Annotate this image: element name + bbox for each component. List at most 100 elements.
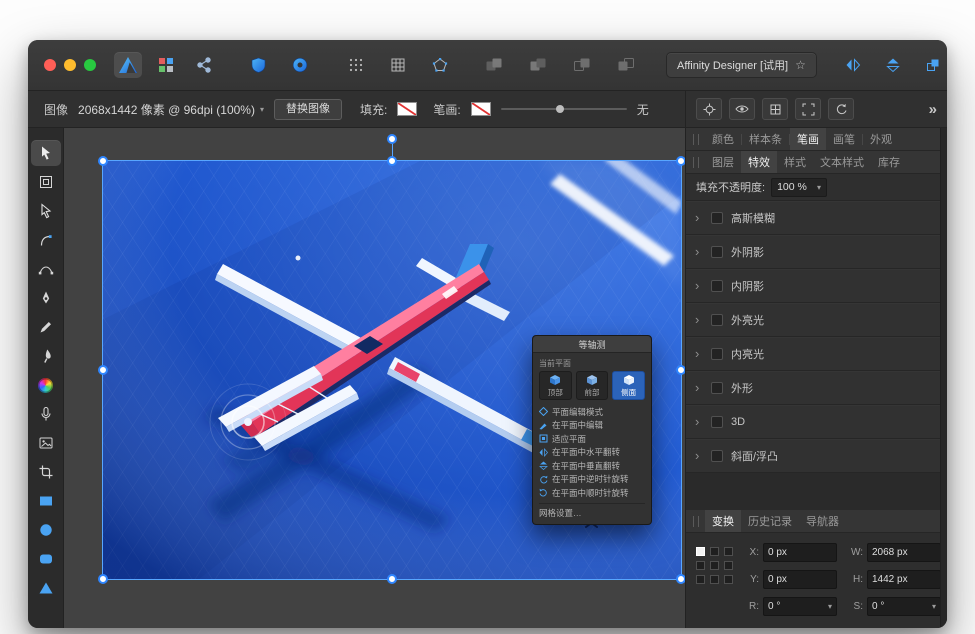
selection-handle-bottom-right[interactable] <box>676 574 685 584</box>
anchor-point-selector[interactable] <box>696 547 733 616</box>
transform-bounds-button[interactable] <box>795 98 821 120</box>
replace-image-button[interactable]: 替换图像 <box>274 99 342 120</box>
node-tool[interactable] <box>31 256 61 282</box>
anchor-top-right[interactable] <box>724 547 733 556</box>
effect-row-bevel-emboss[interactable]: › 斜面/浮凸 <box>686 439 947 473</box>
anchor-top-left[interactable] <box>696 547 705 556</box>
iso-item-flip-vertical[interactable]: 在平面中垂直翻转 <box>539 459 645 473</box>
chevron-down-icon[interactable]: ▾ <box>932 602 936 611</box>
drag-grip-icon[interactable] <box>693 134 699 145</box>
tab-effects[interactable]: 特效 <box>741 151 777 173</box>
chevron-down-icon[interactable]: ▾ <box>828 602 832 611</box>
triangle-tool[interactable] <box>31 575 61 601</box>
drag-grip-icon[interactable] <box>693 157 699 168</box>
selection-handle-bottom-left[interactable] <box>98 574 108 584</box>
fill-swatch[interactable] <box>397 102 417 116</box>
anchor-top-center[interactable] <box>710 547 719 556</box>
export-persona-button[interactable] <box>190 52 218 78</box>
rotation-handle[interactable] <box>387 134 397 144</box>
color-wheel-tool[interactable] <box>31 372 61 398</box>
corner-tool[interactable] <box>31 227 61 253</box>
effect-checkbox[interactable] <box>711 382 723 394</box>
shear-input[interactable]: 0 ° ▾ <box>867 597 941 616</box>
selection-handle-middle-right[interactable] <box>676 365 685 375</box>
h-input[interactable]: 1442 px <box>867 570 941 589</box>
pen-tool[interactable] <box>31 285 61 311</box>
brush-tool[interactable] <box>31 343 61 369</box>
stroke-width-slider[interactable] <box>501 108 627 110</box>
disclosure-icon[interactable]: › <box>695 349 703 359</box>
insert-behind-button[interactable] <box>568 52 596 78</box>
iso-item-fit-plane[interactable]: 适应平面 <box>539 432 645 446</box>
insert-inside-button[interactable] <box>480 52 508 78</box>
flip-vertical-button[interactable] <box>879 52 907 78</box>
plane-front-button[interactable]: 前部 <box>576 371 609 400</box>
snap-polygon-button[interactable] <box>426 52 454 78</box>
x-input[interactable]: 0 px <box>763 543 837 562</box>
effect-row-gaussian-blur[interactable]: › 高斯模糊 <box>686 201 947 235</box>
effect-checkbox[interactable] <box>711 280 723 292</box>
round-badge-button[interactable] <box>286 52 314 78</box>
tab-color[interactable]: 颜色 <box>705 128 741 150</box>
plane-top-button[interactable]: 顶部 <box>539 371 572 400</box>
node-select-tool[interactable] <box>31 198 61 224</box>
insert-on-top-button[interactable] <box>524 52 552 78</box>
tab-layers[interactable]: 图层 <box>705 151 741 173</box>
iso-item-edit-in-plane[interactable]: 在平面中编辑 <box>539 419 645 433</box>
ellipse-tool[interactable] <box>31 517 61 543</box>
disclosure-icon[interactable]: › <box>695 451 703 461</box>
pixel-persona-button[interactable] <box>152 52 180 78</box>
flip-horizontal-button[interactable] <box>839 52 867 78</box>
effect-checkbox[interactable] <box>711 450 723 462</box>
selection-handle-top-left[interactable] <box>98 156 108 166</box>
anchor-bottom-center[interactable] <box>710 575 719 584</box>
selection-handle-middle-left[interactable] <box>98 365 108 375</box>
panel-overflow-button[interactable]: » <box>929 101 937 118</box>
anchor-middle-left[interactable] <box>696 561 705 570</box>
grid-settings-link[interactable]: 网格设置… <box>539 503 645 519</box>
move-to-front-button[interactable] <box>919 52 947 78</box>
selection-handle-top-right[interactable] <box>676 156 685 166</box>
stroke-swatch[interactable] <box>471 102 491 116</box>
effect-row-outline[interactable]: › 外形 <box>686 371 947 405</box>
tab-history[interactable]: 历史记录 <box>741 510 799 532</box>
disclosure-icon[interactable]: › <box>695 315 703 325</box>
anchor-bottom-right[interactable] <box>724 575 733 584</box>
iso-item-rotate-cw[interactable]: 在平面中顺时针旋转 <box>539 486 645 500</box>
anchor-center[interactable] <box>710 561 719 570</box>
effect-row-inner-shadow[interactable]: › 内阴影 <box>686 269 947 303</box>
anchor-middle-right[interactable] <box>724 561 733 570</box>
tab-appearance[interactable]: 外观 <box>863 128 899 150</box>
disclosure-icon[interactable]: › <box>695 213 703 223</box>
canvas[interactable]: 等轴测 当前平面 顶部 <box>64 128 685 628</box>
snap-center-button[interactable] <box>696 98 722 120</box>
tab-brushes[interactable]: 画笔 <box>826 128 862 150</box>
selection-handle-top-middle[interactable] <box>387 156 397 166</box>
drag-grip-icon[interactable] <box>693 516 699 527</box>
minimize-button[interactable] <box>64 59 76 71</box>
favorite-star-icon[interactable]: ☆ <box>795 58 806 72</box>
isometric-panel-title[interactable]: 等轴测 <box>533 336 651 353</box>
rotation-input[interactable]: 0 ° ▾ <box>763 597 837 616</box>
tab-styles[interactable]: 样式 <box>777 151 813 173</box>
crop-tool[interactable] <box>31 459 61 485</box>
tab-navigator[interactable]: 导航器 <box>799 510 846 532</box>
iso-section-row[interactable]: 平面编辑模式 <box>539 405 645 419</box>
anchor-bottom-left[interactable] <box>696 575 705 584</box>
dot-grid-button[interactable] <box>342 52 370 78</box>
disclosure-icon[interactable]: › <box>695 247 703 257</box>
tab-stroke[interactable]: 笔画 <box>790 128 826 150</box>
zoom-button[interactable] <box>84 59 96 71</box>
rectangle-tool[interactable] <box>31 488 61 514</box>
slider-knob[interactable] <box>556 105 564 113</box>
effect-checkbox[interactable] <box>711 246 723 258</box>
y-input[interactable]: 0 px <box>763 570 837 589</box>
grid-button[interactable] <box>384 52 412 78</box>
selection-handle-bottom-middle[interactable] <box>387 574 397 584</box>
iso-item-rotate-ccw[interactable]: 在平面中逆时针旋转 <box>539 473 645 487</box>
disclosure-icon[interactable]: › <box>695 281 703 291</box>
place-image-tool[interactable] <box>31 430 61 456</box>
iso-item-flip-horizontal[interactable]: 在平面中水平翻转 <box>539 446 645 460</box>
effect-checkbox[interactable] <box>711 416 723 428</box>
rounded-rectangle-tool[interactable] <box>31 546 61 572</box>
